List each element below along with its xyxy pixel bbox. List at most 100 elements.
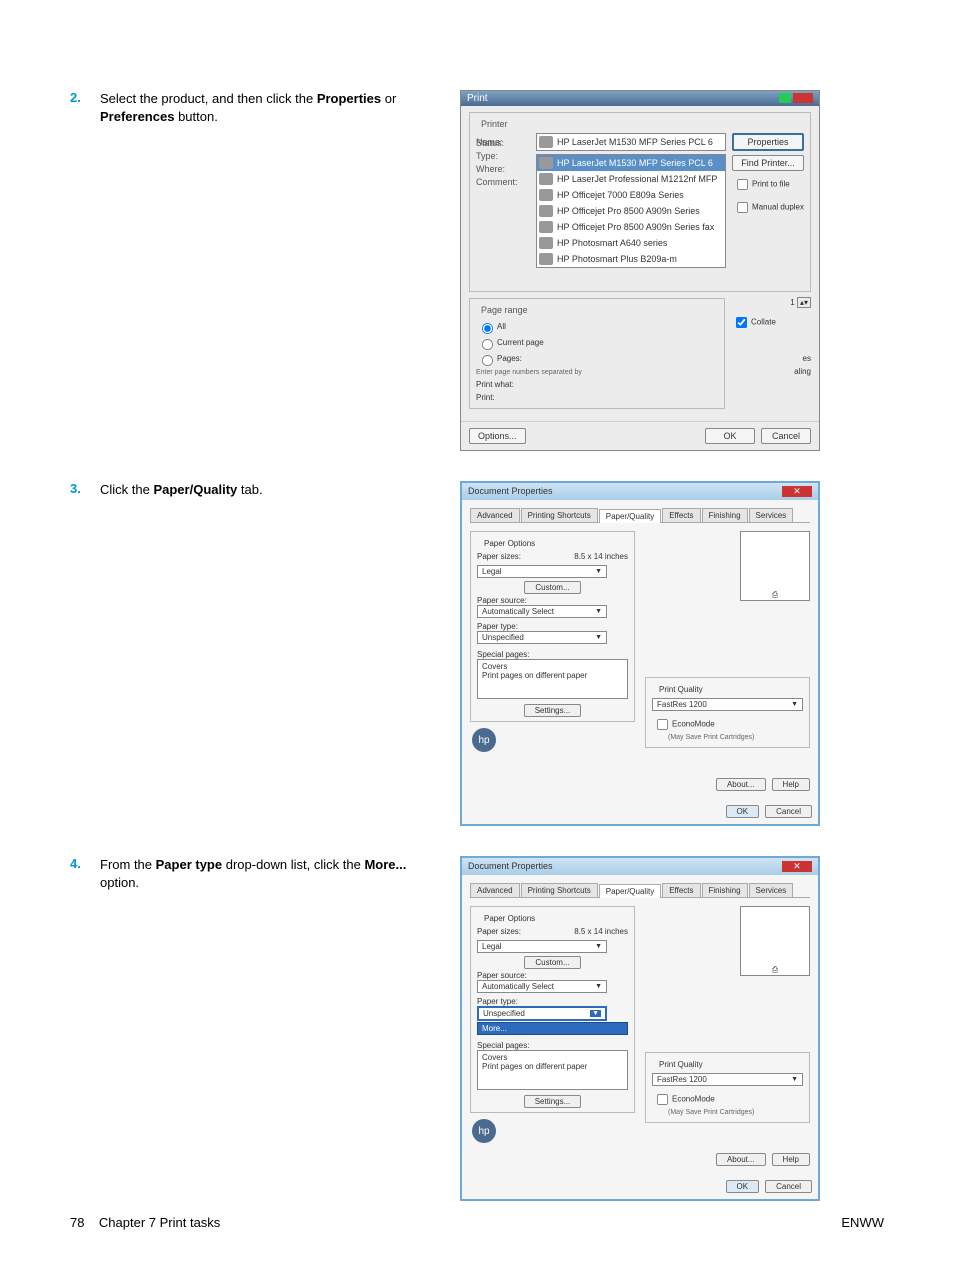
footer-right: ENWW <box>841 1215 884 1230</box>
paper-type-select[interactable]: Unspecified▼ <box>477 631 607 644</box>
paper-source-select[interactable]: Automatically Select ▼ <box>477 605 607 618</box>
step-2-pre: Select the product, and then click the <box>100 91 317 106</box>
printer-name-2: HP LaserJet Professional M1212nf MFP <box>557 174 717 184</box>
cancel-button[interactable]: Cancel <box>765 1180 812 1193</box>
paper-options-group: Paper Options Paper sizes:8.5 x 14 inche… <box>470 531 635 722</box>
paper-source-val: Automatically Select <box>482 607 554 616</box>
about-button[interactable]: About... <box>716 778 766 791</box>
printer-icon <box>539 237 553 249</box>
footer-left: 78 Chapter 7 Print tasks <box>70 1215 220 1230</box>
printer-name-6: HP Photosmart A640 series <box>557 238 667 248</box>
custom-button[interactable]: Custom... <box>524 581 580 594</box>
tab-advanced[interactable]: Advanced <box>470 508 520 522</box>
ok-button[interactable]: OK <box>726 1180 760 1193</box>
step-2-number: 2. <box>70 90 100 451</box>
find-printer-button[interactable]: Find Printer... <box>732 155 804 171</box>
special-pages-list[interactable]: Covers Print pages on different paper <box>477 1050 628 1090</box>
close-icon[interactable]: ✕ <box>782 861 812 872</box>
tab-shortcuts[interactable]: Printing Shortcuts <box>521 508 598 522</box>
collate-check[interactable]: Collate <box>731 313 811 332</box>
print-quality-group: Print Quality FastRes 1200▼ EconoMode (M… <box>645 677 810 748</box>
chevron-down-icon: ▼ <box>595 608 602 615</box>
special-pages-list[interactable]: Covers Print pages on different paper <box>477 659 628 699</box>
cancel-button[interactable]: Cancel <box>761 428 811 444</box>
economode-check[interactable]: EconoMode <box>652 715 803 734</box>
list-item-diff: Print pages on different paper <box>482 671 623 680</box>
doc-props-title: Document Properties <box>468 486 553 497</box>
doc-props-bottom: OK Cancel <box>462 799 818 824</box>
printer-icon <box>539 221 553 233</box>
paper-source-val: Automatically Select <box>482 982 554 991</box>
paper-source-label: Paper source: <box>477 971 628 980</box>
tab-advanced[interactable]: Advanced <box>470 883 520 897</box>
status-label: Status: <box>476 138 536 148</box>
radio-all[interactable]: All <box>476 319 718 335</box>
close-icon[interactable]: ✕ <box>782 486 812 497</box>
tab-paper-quality[interactable]: Paper/Quality <box>599 509 661 523</box>
chevron-down-icon: ▼ <box>595 983 602 990</box>
tab-effects[interactable]: Effects <box>662 508 700 522</box>
cancel-button[interactable]: Cancel <box>765 805 812 818</box>
list-item-covers: Covers <box>482 1053 623 1062</box>
more-option[interactable]: More... <box>477 1022 628 1035</box>
step-2-text: Select the product, and then click the P… <box>100 90 440 451</box>
tab-finishing[interactable]: Finishing <box>702 508 748 522</box>
print-quality-select[interactable]: FastRes 1200▼ <box>652 698 803 711</box>
ok-button[interactable]: OK <box>726 805 760 818</box>
tab-finishing[interactable]: Finishing <box>702 883 748 897</box>
chevron-down-icon: ▼ <box>791 1076 798 1083</box>
printer-icon <box>539 205 553 217</box>
tab-effects[interactable]: Effects <box>662 883 700 897</box>
doc-props-dialog-2: Document Properties ✕ Advanced Printing … <box>460 856 820 1201</box>
radio-current[interactable]: Current page <box>476 335 718 351</box>
print-quality-select[interactable]: FastRes 1200▼ <box>652 1073 803 1086</box>
doc-props-titlebar: Document Properties ✕ <box>462 483 818 500</box>
doc-props-dialog-1: Document Properties ✕ Advanced Printing … <box>460 481 820 826</box>
radio-all-label: All <box>497 322 506 331</box>
more-label: More... <box>482 1024 507 1033</box>
hp-logo-icon: hp <box>472 728 496 752</box>
about-button[interactable]: About... <box>716 1153 766 1166</box>
paper-sizes-dim: 8.5 x 14 inches <box>574 927 628 936</box>
where-label: Where: <box>476 164 536 174</box>
properties-button[interactable]: Properties <box>732 133 804 151</box>
list-item-covers: Covers <box>482 662 623 671</box>
economode-check[interactable]: EconoMode <box>652 1090 803 1109</box>
help-button[interactable]: Help <box>772 778 810 791</box>
tab-services[interactable]: Services <box>749 883 794 897</box>
ok-button[interactable]: OK <box>705 428 755 444</box>
doc-props-body: Advanced Printing Shortcuts Paper/Qualit… <box>462 875 818 1174</box>
printer-selected[interactable]: HP LaserJet M1530 MFP Series PCL 6 <box>536 133 726 151</box>
tab-paper-quality[interactable]: Paper/Quality <box>599 884 661 898</box>
printer-name-4: HP Officejet Pro 8500 A909n Series <box>557 206 700 216</box>
radio-pages[interactable]: Pages: <box>476 351 718 367</box>
tab-services[interactable]: Services <box>749 508 794 522</box>
radio-pages-label: Pages: <box>497 354 522 363</box>
paper-type-select-open[interactable]: Unspecified▼ <box>477 1006 607 1021</box>
print-what-label: Print what: <box>476 380 514 389</box>
paper-source-select[interactable]: Automatically Select ▼ <box>477 980 607 993</box>
print-dialog-title: Print <box>467 93 488 104</box>
custom-button[interactable]: Custom... <box>524 956 580 969</box>
print-dialog-winbtns <box>779 93 813 104</box>
options-button[interactable]: Options... <box>469 428 526 444</box>
tab-shortcuts[interactable]: Printing Shortcuts <box>521 883 598 897</box>
doc-props-1-wrap: Document Properties ✕ Advanced Printing … <box>460 481 884 826</box>
copies-col: 1 ▴▾ Collate es aling <box>731 298 811 415</box>
tab-row: Advanced Printing Shortcuts Paper/Qualit… <box>470 508 810 523</box>
step-3-number: 3. <box>70 481 100 826</box>
paper-size-select[interactable]: Legal▼ <box>477 940 607 953</box>
step-2-bold2: Preferences <box>100 109 174 124</box>
printer-name-3: HP Officejet 7000 E809a Series <box>557 190 684 200</box>
paper-source-label: Paper source: <box>477 596 628 605</box>
settings-button[interactable]: Settings... <box>524 1095 582 1108</box>
step-4-bold2: More... <box>364 857 406 872</box>
help-button[interactable]: Help <box>772 1153 810 1166</box>
manual-duplex-check[interactable]: Manual duplex <box>732 198 804 217</box>
tab-row: Advanced Printing Shortcuts Paper/Qualit… <box>470 883 810 898</box>
paper-size-select[interactable]: Legal▼ <box>477 565 607 578</box>
print-to-file-check[interactable]: Print to file <box>732 175 804 194</box>
settings-button[interactable]: Settings... <box>524 704 582 717</box>
paper-size-val: Legal <box>482 942 502 951</box>
print-label: Print: <box>476 393 495 402</box>
